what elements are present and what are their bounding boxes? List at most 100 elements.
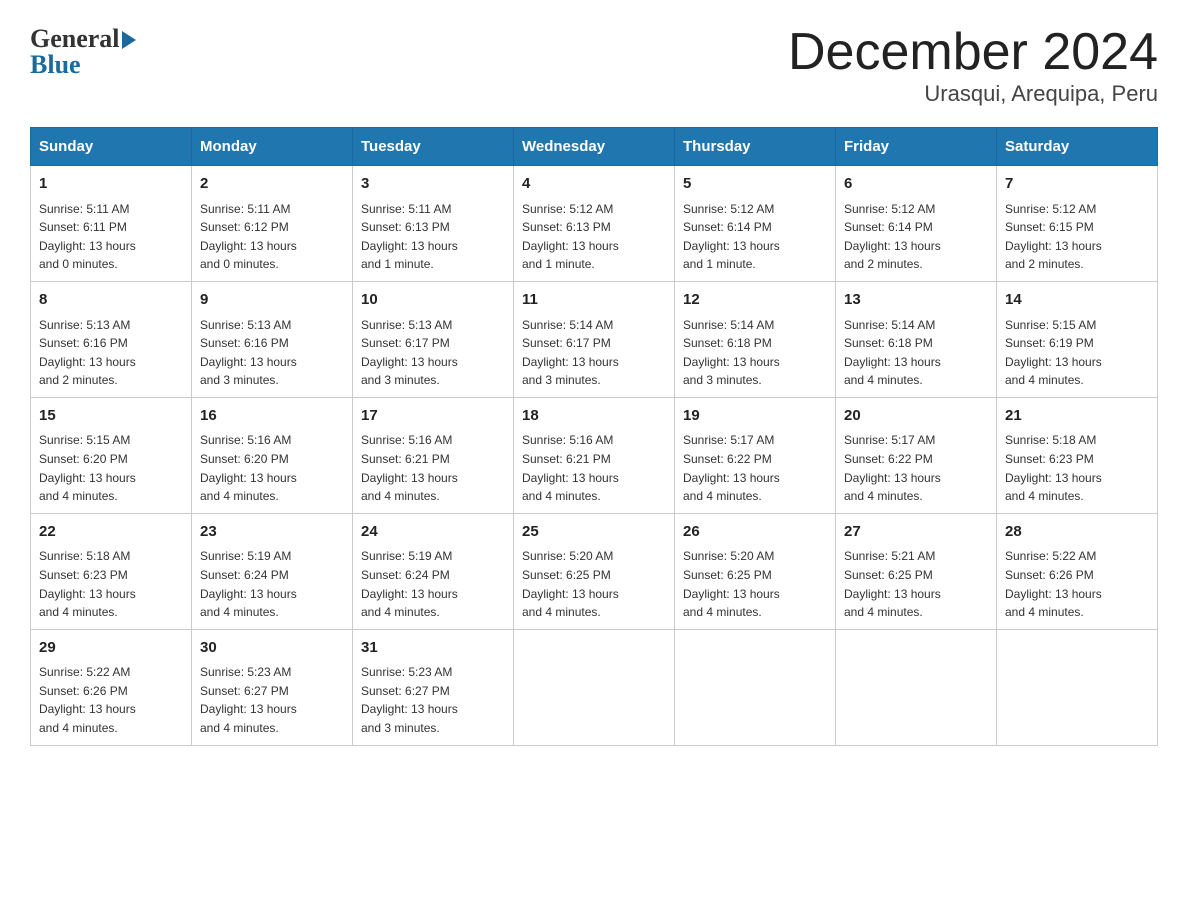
day-info: Sunrise: 5:12 AM Sunset: 6:14 PM Dayligh… (844, 200, 988, 274)
day-number: 25 (522, 521, 666, 544)
day-info: Sunrise: 5:14 AM Sunset: 6:18 PM Dayligh… (844, 316, 988, 390)
day-info: Sunrise: 5:21 AM Sunset: 6:25 PM Dayligh… (844, 547, 988, 621)
day-info: Sunrise: 5:18 AM Sunset: 6:23 PM Dayligh… (1005, 431, 1149, 505)
calendar-cell: 23 Sunrise: 5:19 AM Sunset: 6:24 PM Dayli… (192, 513, 353, 629)
day-number: 18 (522, 405, 666, 428)
day-number: 5 (683, 173, 827, 196)
day-info: Sunrise: 5:19 AM Sunset: 6:24 PM Dayligh… (200, 547, 344, 621)
day-info: Sunrise: 5:11 AM Sunset: 6:13 PM Dayligh… (361, 200, 505, 274)
logo: General Blue (30, 24, 136, 80)
day-number: 16 (200, 405, 344, 428)
calendar-cell: 17 Sunrise: 5:16 AM Sunset: 6:21 PM Dayli… (353, 397, 514, 513)
header-tuesday: Tuesday (353, 128, 514, 166)
calendar-cell: 16Sunrise: 5:16 AM Sunset: 6:20 PM Dayli… (192, 397, 353, 513)
calendar-cell: 6 Sunrise: 5:12 AM Sunset: 6:14 PM Daylig… (836, 166, 997, 282)
calendar-table: SundayMondayTuesdayWednesdayThursdayFrid… (30, 127, 1158, 745)
calendar-cell: 26 Sunrise: 5:20 AM Sunset: 6:25 PM Dayli… (675, 513, 836, 629)
page-header: General Blue December 2024 Urasqui, Areq… (30, 24, 1158, 107)
day-info: Sunrise: 5:11 AM Sunset: 6:11 PM Dayligh… (39, 200, 183, 274)
day-number: 9 (200, 289, 344, 312)
header-sunday: Sunday (31, 128, 192, 166)
day-info: Sunrise: 5:11 AM Sunset: 6:12 PM Dayligh… (200, 200, 344, 274)
calendar-cell: 13 Sunrise: 5:14 AM Sunset: 6:18 PM Dayli… (836, 282, 997, 398)
day-info: Sunrise: 5:19 AM Sunset: 6:24 PM Dayligh… (361, 547, 505, 621)
calendar-week-row: 29Sunrise: 5:22 AM Sunset: 6:26 PM Dayli… (31, 629, 1158, 745)
calendar-cell (836, 629, 997, 745)
header-friday: Friday (836, 128, 997, 166)
day-info: Sunrise: 5:14 AM Sunset: 6:18 PM Dayligh… (683, 316, 827, 390)
calendar-cell: 1 Sunrise: 5:11 AM Sunset: 6:11 PM Daylig… (31, 166, 192, 282)
day-info: Sunrise: 5:22 AM Sunset: 6:26 PM Dayligh… (1005, 547, 1149, 621)
calendar-week-row: 15Sunrise: 5:15 AM Sunset: 6:20 PM Dayli… (31, 397, 1158, 513)
calendar-cell: 5 Sunrise: 5:12 AM Sunset: 6:14 PM Daylig… (675, 166, 836, 282)
day-number: 6 (844, 173, 988, 196)
day-info: Sunrise: 5:23 AM Sunset: 6:27 PM Dayligh… (361, 663, 505, 737)
calendar-cell: 3Sunrise: 5:11 AM Sunset: 6:13 PM Daylig… (353, 166, 514, 282)
logo-blue-text: Blue (30, 50, 136, 80)
calendar-cell: 20 Sunrise: 5:17 AM Sunset: 6:22 PM Dayli… (836, 397, 997, 513)
calendar-cell: 27Sunrise: 5:21 AM Sunset: 6:25 PM Dayli… (836, 513, 997, 629)
day-number: 4 (522, 173, 666, 196)
calendar-cell: 25 Sunrise: 5:20 AM Sunset: 6:25 PM Dayli… (514, 513, 675, 629)
day-number: 1 (39, 173, 183, 196)
day-number: 26 (683, 521, 827, 544)
calendar-week-row: 22 Sunrise: 5:18 AM Sunset: 6:23 PM Dayli… (31, 513, 1158, 629)
day-number: 30 (200, 637, 344, 660)
day-number: 19 (683, 405, 827, 428)
day-number: 29 (39, 637, 183, 660)
day-info: Sunrise: 5:13 AM Sunset: 6:17 PM Dayligh… (361, 316, 505, 390)
day-number: 28 (1005, 521, 1149, 544)
header-thursday: Thursday (675, 128, 836, 166)
month-title: December 2024 (788, 24, 1158, 81)
day-number: 12 (683, 289, 827, 312)
day-info: Sunrise: 5:20 AM Sunset: 6:25 PM Dayligh… (522, 547, 666, 621)
header-monday: Monday (192, 128, 353, 166)
calendar-cell: 7 Sunrise: 5:12 AM Sunset: 6:15 PM Daylig… (997, 166, 1158, 282)
logo-arrow-icon (122, 31, 136, 49)
calendar-week-row: 8 Sunrise: 5:13 AM Sunset: 6:16 PM Daylig… (31, 282, 1158, 398)
day-number: 13 (844, 289, 988, 312)
calendar-cell: 11Sunrise: 5:14 AM Sunset: 6:17 PM Dayli… (514, 282, 675, 398)
day-info: Sunrise: 5:17 AM Sunset: 6:22 PM Dayligh… (683, 431, 827, 505)
location-title: Urasqui, Arequipa, Peru (788, 81, 1158, 107)
calendar-cell: 24 Sunrise: 5:19 AM Sunset: 6:24 PM Dayli… (353, 513, 514, 629)
day-info: Sunrise: 5:20 AM Sunset: 6:25 PM Dayligh… (683, 547, 827, 621)
day-number: 2 (200, 173, 344, 196)
day-info: Sunrise: 5:16 AM Sunset: 6:21 PM Dayligh… (361, 431, 505, 505)
day-info: Sunrise: 5:13 AM Sunset: 6:16 PM Dayligh… (39, 316, 183, 390)
day-info: Sunrise: 5:15 AM Sunset: 6:19 PM Dayligh… (1005, 316, 1149, 390)
day-number: 22 (39, 521, 183, 544)
day-number: 21 (1005, 405, 1149, 428)
day-info: Sunrise: 5:18 AM Sunset: 6:23 PM Dayligh… (39, 547, 183, 621)
day-number: 24 (361, 521, 505, 544)
calendar-cell: 18 Sunrise: 5:16 AM Sunset: 6:21 PM Dayli… (514, 397, 675, 513)
day-info: Sunrise: 5:12 AM Sunset: 6:15 PM Dayligh… (1005, 200, 1149, 274)
calendar-cell: 8 Sunrise: 5:13 AM Sunset: 6:16 PM Daylig… (31, 282, 192, 398)
day-number: 20 (844, 405, 988, 428)
calendar-cell: 29Sunrise: 5:22 AM Sunset: 6:26 PM Dayli… (31, 629, 192, 745)
day-info: Sunrise: 5:12 AM Sunset: 6:13 PM Dayligh… (522, 200, 666, 274)
calendar-cell: 19 Sunrise: 5:17 AM Sunset: 6:22 PM Dayli… (675, 397, 836, 513)
header-saturday: Saturday (997, 128, 1158, 166)
day-info: Sunrise: 5:23 AM Sunset: 6:27 PM Dayligh… (200, 663, 344, 737)
day-number: 8 (39, 289, 183, 312)
calendar-cell: 22 Sunrise: 5:18 AM Sunset: 6:23 PM Dayli… (31, 513, 192, 629)
day-number: 11 (522, 289, 666, 312)
day-info: Sunrise: 5:12 AM Sunset: 6:14 PM Dayligh… (683, 200, 827, 274)
calendar-cell: 31Sunrise: 5:23 AM Sunset: 6:27 PM Dayli… (353, 629, 514, 745)
day-number: 23 (200, 521, 344, 544)
day-number: 17 (361, 405, 505, 428)
day-number: 7 (1005, 173, 1149, 196)
calendar-header-row: SundayMondayTuesdayWednesdayThursdayFrid… (31, 128, 1158, 166)
calendar-cell: 14Sunrise: 5:15 AM Sunset: 6:19 PM Dayli… (997, 282, 1158, 398)
calendar-cell: 2 Sunrise: 5:11 AM Sunset: 6:12 PM Daylig… (192, 166, 353, 282)
calendar-cell: 30 Sunrise: 5:23 AM Sunset: 6:27 PM Dayli… (192, 629, 353, 745)
day-info: Sunrise: 5:16 AM Sunset: 6:21 PM Dayligh… (522, 431, 666, 505)
calendar-cell: 9Sunrise: 5:13 AM Sunset: 6:16 PM Daylig… (192, 282, 353, 398)
day-info: Sunrise: 5:15 AM Sunset: 6:20 PM Dayligh… (39, 431, 183, 505)
day-info: Sunrise: 5:17 AM Sunset: 6:22 PM Dayligh… (844, 431, 988, 505)
calendar-cell (514, 629, 675, 745)
day-number: 10 (361, 289, 505, 312)
calendar-week-row: 1 Sunrise: 5:11 AM Sunset: 6:11 PM Daylig… (31, 166, 1158, 282)
header-wednesday: Wednesday (514, 128, 675, 166)
